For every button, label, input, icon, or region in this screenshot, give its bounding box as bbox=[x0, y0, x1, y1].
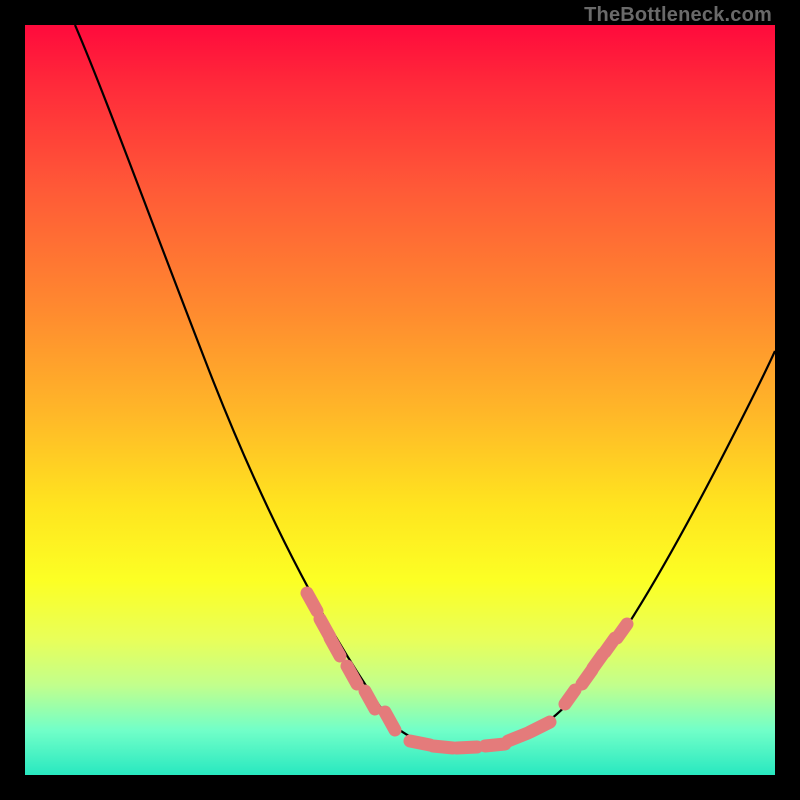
marker-cluster-flat bbox=[410, 722, 550, 748]
plot-area bbox=[25, 25, 775, 775]
marker-cluster-right bbox=[565, 624, 627, 704]
chart-svg bbox=[25, 25, 775, 775]
chart-frame: TheBottleneck.com bbox=[0, 0, 800, 800]
bottleneck-curve bbox=[75, 25, 775, 747]
attribution-text: TheBottleneck.com bbox=[584, 4, 772, 27]
marker-cluster-left bbox=[307, 593, 395, 730]
